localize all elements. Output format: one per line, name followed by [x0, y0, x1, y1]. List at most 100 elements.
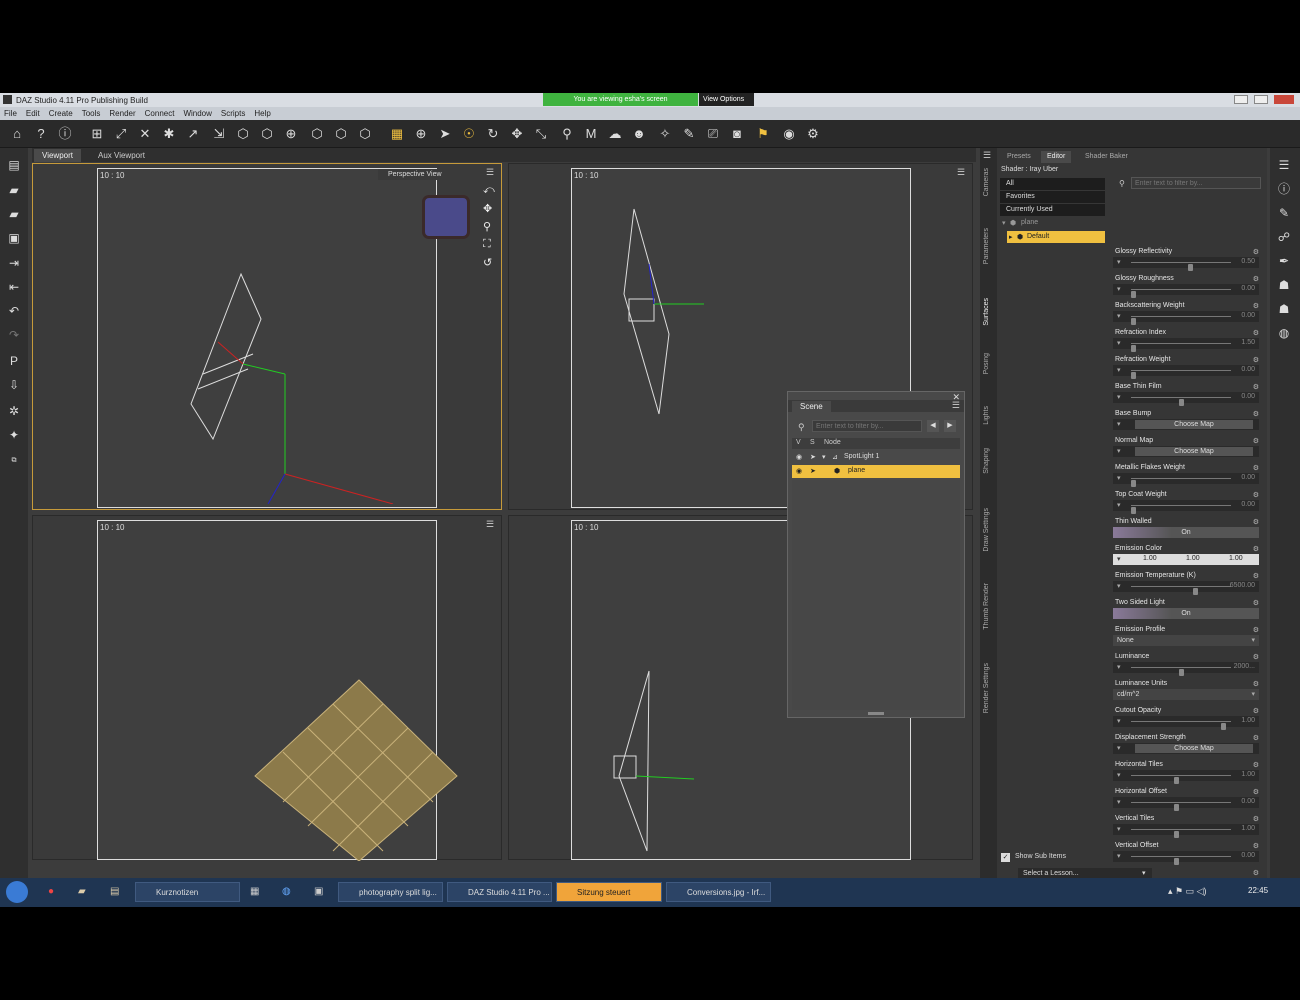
viewport-perspective[interactable]: 10 : 10 Perspective View ⤺ ✥ ⚲ ⛶ ↺ ☰ — [32, 163, 502, 510]
property-control[interactable]: ▾ Choose Map — [1113, 446, 1259, 457]
slider-knob[interactable] — [1131, 345, 1136, 352]
property-value[interactable]: 2000... — [1234, 663, 1255, 670]
gear-icon[interactable]: ⚙ — [1253, 491, 1259, 499]
chevron-down-icon[interactable]: ▾ — [1117, 744, 1121, 752]
panel-menu-icon[interactable]: ☰ — [1275, 156, 1293, 174]
slider-knob[interactable] — [1131, 372, 1136, 379]
rotate-icon[interactable]: ↻ — [484, 125, 502, 143]
property-value[interactable]: 0.50 — [1241, 258, 1255, 265]
slider-knob[interactable] — [1131, 507, 1136, 514]
gear-icon[interactable]: ⚙ — [1253, 788, 1259, 796]
ps-icon[interactable]: P — [5, 352, 23, 370]
save-icon[interactable]: ▣ — [5, 229, 23, 247]
property-value[interactable]: 0.00 — [1241, 798, 1255, 805]
tab-render-settings[interactable]: Render Settings — [983, 663, 990, 713]
gear-icon[interactable]: ⚙ — [1253, 572, 1259, 580]
col-node[interactable]: Node — [824, 439, 841, 446]
shader-icon[interactable]: ☍ — [1275, 228, 1293, 246]
toggle-value[interactable]: On — [1113, 527, 1259, 538]
new-scene-icon[interactable]: ▤ — [5, 156, 23, 174]
slider-track[interactable] — [1131, 802, 1231, 811]
col-visible[interactable]: V — [796, 439, 801, 446]
help-icon[interactable]: ⓘ — [56, 125, 74, 143]
chevron-down-icon[interactable]: ▾ — [1117, 258, 1121, 266]
chevron-down-icon[interactable]: ▾ — [1117, 852, 1121, 860]
slider-knob[interactable] — [1221, 723, 1227, 730]
tab-aux-viewport[interactable]: Aux Viewport — [90, 149, 153, 162]
spot-render-icon[interactable]: ☁ — [606, 125, 624, 143]
gear-icon[interactable]: ⚙ — [1253, 869, 1259, 877]
property-select[interactable]: None — [1113, 635, 1259, 646]
daz-home-icon[interactable]: ⌂ — [8, 125, 26, 143]
tab-cameras[interactable]: Cameras — [983, 168, 990, 196]
scene-node-row-selected[interactable]: ◉ ➤ ⬢ plane — [792, 465, 960, 478]
filter-all[interactable]: All — [1000, 178, 1105, 190]
gear-icon[interactable]: ⚙ — [1253, 734, 1259, 742]
gear-icon[interactable]: ⚙ — [1253, 410, 1259, 418]
gear-icon[interactable]: ⚙ — [1253, 329, 1259, 337]
menu-tools[interactable]: Tools — [78, 107, 106, 118]
checkbox-icon[interactable]: ✓ — [1001, 853, 1010, 862]
gear-icon[interactable]: ⚙ — [1253, 383, 1259, 391]
scale-icon[interactable]: ⤡ — [532, 125, 550, 143]
notes-icon[interactable]: ▤ — [110, 886, 119, 897]
pose-icon[interactable]: ✦ — [5, 426, 23, 444]
slider-track[interactable] — [1131, 343, 1231, 352]
merge-icon[interactable]: ▰ — [5, 205, 23, 223]
pointer-icon[interactable]: ➤ — [436, 125, 454, 143]
prev-arrow-icon[interactable]: ◀ — [927, 420, 939, 432]
chevron-down-icon[interactable]: ▾ — [1117, 339, 1121, 347]
choose-map-button[interactable]: Choose Map — [1135, 420, 1253, 429]
pose-tool-icon[interactable]: ☉ — [460, 125, 478, 143]
chevron-down-icon[interactable]: ▾ — [1117, 393, 1121, 401]
tab-editor[interactable]: Editor — [1041, 151, 1072, 163]
figure-icon[interactable]: ✒ — [1275, 252, 1293, 270]
reset-view-icon[interactable]: ↺ — [483, 256, 492, 269]
pointer-icon[interactable]: ➤ — [810, 467, 816, 475]
slider-track[interactable] — [1131, 667, 1231, 676]
tab-shader-baker[interactable]: Shader Baker — [1079, 151, 1134, 163]
polygon-group-icon[interactable]: ⬡ — [356, 125, 374, 143]
slider-knob[interactable] — [1178, 399, 1184, 406]
figure-icon[interactable]: ☻ — [630, 125, 648, 143]
whats-this-icon[interactable]: ? — [32, 125, 50, 143]
slider-knob[interactable] — [1192, 588, 1198, 595]
property-control[interactable]: ▾ 0.00 — [1113, 473, 1259, 487]
tab-thumb-render[interactable]: Thumb Render — [983, 583, 990, 630]
app-icon[interactable]: ▣ — [314, 886, 323, 897]
slider-track[interactable] — [1131, 289, 1231, 298]
gear-icon[interactable]: ⚙ — [1253, 761, 1259, 769]
slider-track[interactable] — [1131, 856, 1231, 865]
weight-map-icon[interactable]: ✎ — [680, 125, 698, 143]
property-select[interactable]: cd/m^2 — [1113, 689, 1259, 700]
property-control[interactable]: ▾ 1.00 — [1113, 716, 1259, 730]
slider-knob[interactable] — [1188, 264, 1193, 271]
slider-knob[interactable] — [1173, 804, 1179, 811]
explorer-icon[interactable]: ▰ — [78, 886, 86, 897]
slider-track[interactable] — [1131, 505, 1231, 514]
property-value[interactable]: 0.00 — [1241, 393, 1255, 400]
menu-window[interactable]: Window — [179, 107, 216, 118]
slider-knob[interactable] — [1173, 777, 1179, 784]
eye-icon[interactable]: ◉ — [796, 453, 802, 461]
collapse-arrow-icon[interactable]: ▸ — [1009, 233, 1013, 241]
gear-icon[interactable]: ⚙ — [1253, 437, 1259, 445]
task-item[interactable]: Conversions.jpg - Irf... — [666, 882, 771, 902]
target-icon[interactable]: ⊕ — [412, 125, 430, 143]
property-value[interactable]: 1.50 — [1241, 339, 1255, 346]
morph-icon[interactable]: ☗ — [1275, 276, 1293, 294]
menu-scripts[interactable]: Scripts — [217, 107, 250, 118]
chevron-down-icon[interactable]: ▾ — [1117, 501, 1121, 509]
chevron-down-icon[interactable]: ▾ — [1117, 663, 1121, 671]
redo-icon[interactable]: ↷ — [5, 326, 23, 344]
slider-track[interactable] — [1131, 721, 1231, 730]
gear-icon[interactable]: ⚙ — [1253, 626, 1259, 634]
render-camera-icon[interactable]: ◉ — [780, 125, 798, 143]
gear-icon[interactable]: ⚙ — [1253, 842, 1259, 850]
property-control[interactable]: ▾ 0.00 — [1113, 365, 1259, 379]
gear-icon[interactable]: ⚙ — [1253, 815, 1259, 823]
region-nav-icon[interactable]: ⬡ — [258, 125, 276, 143]
property-control[interactable]: ▾ 0.00 — [1113, 311, 1259, 325]
property-control[interactable]: ▾ Choose Map — [1113, 419, 1259, 430]
view-options-button[interactable]: View Options — [699, 93, 754, 106]
